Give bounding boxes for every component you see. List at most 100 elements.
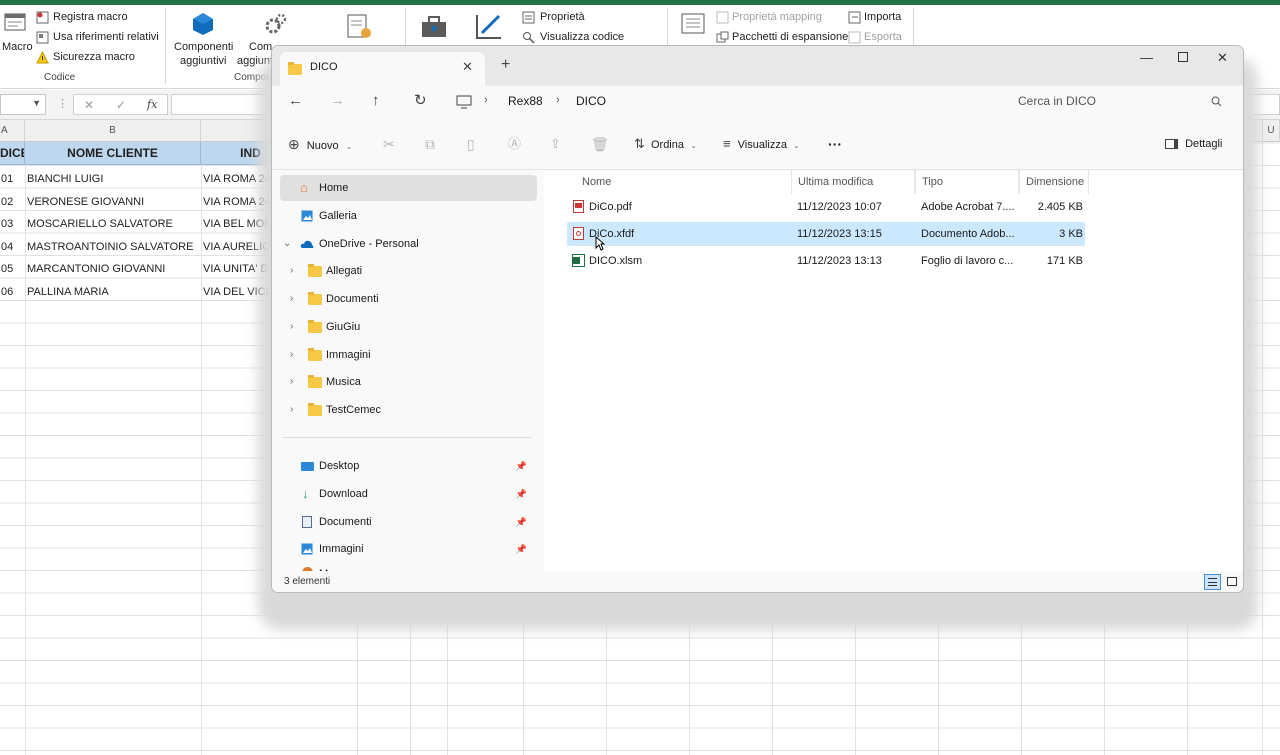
- quick-access-documenti[interactable]: Documenti 📌: [280, 509, 537, 535]
- folder-icon: [308, 375, 322, 388]
- file-row[interactable]: DiCo.xfdf 11/12/2023 13:15 Documento Ado…: [567, 222, 1085, 246]
- gridline: [1262, 142, 1263, 755]
- details-pane-button[interactable]: Dettagli: [1165, 118, 1235, 170]
- chevron-down-icon: ⌄: [345, 142, 353, 151]
- cell-code[interactable]: 04: [1, 236, 24, 258]
- proprieta-button[interactable]: Proprietà: [522, 10, 662, 26]
- breadcrumb-item[interactable]: Rex88: [508, 94, 543, 108]
- componenti-aggiuntivi-button[interactable]: Componenti aggiuntivi: [170, 9, 236, 69]
- file-row[interactable]: DICO.xlsm 11/12/2023 13:13 Foglio di lav…: [567, 249, 1085, 273]
- cell-name[interactable]: VERONESE GIOVANNI: [27, 191, 199, 213]
- delete-icon[interactable]: 🗑: [591, 118, 609, 170]
- cell-name[interactable]: PALLINA MARIA: [27, 281, 199, 303]
- quick-access-desktop[interactable]: Desktop 📌: [280, 453, 537, 479]
- more-options-icon[interactable]: ···: [828, 118, 842, 170]
- cell-code[interactable]: 01: [1, 168, 24, 190]
- forward-icon[interactable]: →: [330, 92, 345, 109]
- search-box[interactable]: Cerca in DICO: [1012, 86, 1234, 118]
- pin-icon[interactable]: 📌: [516, 453, 527, 479]
- proprieta-mapping-button[interactable]: Proprietà mapping: [716, 10, 841, 26]
- search-input[interactable]: Cerca in DICO: [1018, 94, 1096, 108]
- tiles-view-button[interactable]: [1224, 574, 1241, 590]
- pin-icon[interactable]: 📌: [516, 536, 527, 562]
- column-header-dimensione[interactable]: Dimensione: [1019, 170, 1089, 194]
- details-view-button[interactable]: [1204, 574, 1221, 590]
- column-header-ultima-modifica[interactable]: Ultima modifica: [791, 170, 915, 194]
- confirm-icon[interactable]: ✓: [116, 98, 126, 112]
- title-bar[interactable]: DICO ✕ + — ✕: [272, 46, 1243, 86]
- paste-icon[interactable]: ▯: [467, 118, 475, 170]
- nav-item-allegati[interactable]: › Allegati: [280, 258, 537, 284]
- folder-icon: [308, 348, 322, 361]
- registra-macro-button[interactable]: Registra macro: [36, 10, 161, 26]
- importa-button[interactable]: Importa: [848, 10, 910, 26]
- usa-riferimenti-relativi-button[interactable]: Usa riferimenti relativi: [36, 30, 161, 46]
- refresh-icon[interactable]: ↻: [414, 91, 427, 109]
- cell-code[interactable]: 02: [1, 191, 24, 213]
- tiles-view-icon: [1227, 577, 1237, 586]
- new-tab-button[interactable]: +: [501, 56, 510, 74]
- file-row[interactable]: DiCo.pdf 11/12/2023 10:07 Adobe Acrobat …: [567, 195, 1085, 219]
- header-cell-nome-cliente[interactable]: NOME CLIENTE: [25, 142, 201, 165]
- nav-item-home[interactable]: ⌂ Home: [280, 175, 537, 201]
- up-icon[interactable]: ↑: [372, 92, 380, 109]
- column-header-u[interactable]: U: [1262, 120, 1280, 142]
- file-modified: 11/12/2023 13:13: [797, 255, 882, 267]
- quick-access-download[interactable]: ↓ Download 📌: [280, 481, 537, 507]
- nav-item-testcemec[interactable]: › TestCemec: [280, 397, 537, 423]
- cell-code[interactable]: 03: [1, 213, 24, 235]
- new-button[interactable]: ⊕ Nuovo ⌄: [288, 118, 358, 170]
- nav-item-musica[interactable]: › Musica: [280, 369, 537, 395]
- sicurezza-macro-button[interactable]: Sicurezza macro: [36, 50, 161, 66]
- nav-item-giugiu[interactable]: › GiuGiu: [280, 314, 537, 340]
- column-header-tipo[interactable]: Tipo: [915, 170, 1019, 194]
- minimize-button[interactable]: —: [1140, 50, 1153, 65]
- cell-name[interactable]: MASTROANTOINIO SALVATORE: [27, 236, 199, 258]
- nav-item-documenti[interactable]: › Documenti: [280, 286, 537, 312]
- column-header-a[interactable]: A: [0, 120, 25, 142]
- cell-name[interactable]: BIANCHI LUIGI: [27, 168, 199, 190]
- document-settings-icon[interactable]: [346, 13, 374, 41]
- nav-item-immagini[interactable]: › Immagini: [280, 342, 537, 368]
- tab-dico[interactable]: DICO ✕: [280, 52, 485, 86]
- macro-button[interactable]: Macro: [0, 9, 34, 65]
- copy-icon[interactable]: ⧉: [425, 118, 435, 170]
- nav-item-galleria[interactable]: Galleria: [280, 203, 537, 229]
- column-header-nome[interactable]: Nome: [576, 170, 791, 194]
- rename-icon[interactable]: Ⓐ: [508, 118, 521, 170]
- esporta-button[interactable]: Esporta: [848, 30, 910, 46]
- back-icon[interactable]: ←: [288, 92, 303, 109]
- insert-function-icon[interactable]: fx: [147, 98, 157, 111]
- cell-code[interactable]: 05: [1, 258, 24, 280]
- source-xml-icon[interactable]: [680, 11, 706, 37]
- share-icon[interactable]: ⇪: [550, 118, 561, 170]
- maximize-button[interactable]: [1178, 52, 1188, 62]
- record-macro-icon: [36, 11, 49, 24]
- design-mode-icon[interactable]: [474, 11, 504, 41]
- item-count: 3 elementi: [284, 576, 331, 587]
- quick-access-musica[interactable]: Mu...: [280, 561, 537, 571]
- visualizza-codice-button[interactable]: Visualizza codice: [522, 30, 662, 46]
- sort-button[interactable]: ⇅ Ordina ⌄: [634, 118, 706, 170]
- cut-icon[interactable]: ✂: [383, 118, 395, 170]
- cell-code[interactable]: 06: [1, 281, 24, 303]
- pin-icon[interactable]: 📌: [516, 481, 527, 507]
- view-button[interactable]: ≡ Visualizza ⌄: [723, 118, 813, 170]
- toolbox-icon[interactable]: [420, 13, 448, 41]
- header-cell-codice[interactable]: DICE: [0, 142, 25, 165]
- cell-name[interactable]: MOSCARIELLO SALVATORE: [27, 213, 199, 235]
- breadcrumb[interactable]: › Rex88 › DICO: [450, 86, 970, 118]
- column-header-b[interactable]: B: [25, 120, 201, 142]
- name-box[interactable]: ▼: [0, 94, 46, 115]
- close-window-button[interactable]: ✕: [1217, 50, 1228, 66]
- quick-access-immagini[interactable]: Immagini 📌: [280, 536, 537, 562]
- cell-name[interactable]: MARCANTONIO GIOVANNI: [27, 258, 199, 280]
- file-modified: 11/12/2023 13:15: [797, 228, 882, 240]
- nav-item-onedrive[interactable]: ⌄ OneDrive - Personal: [280, 231, 537, 257]
- close-tab-icon[interactable]: ✕: [462, 59, 473, 75]
- pin-icon[interactable]: 📌: [516, 509, 527, 535]
- cancel-icon[interactable]: ✕: [84, 98, 94, 112]
- breadcrumb-item[interactable]: DICO: [576, 94, 606, 108]
- pacchetti-espansione-button[interactable]: Pacchetti di espansione: [716, 30, 848, 46]
- map-properties-icon: [716, 11, 729, 24]
